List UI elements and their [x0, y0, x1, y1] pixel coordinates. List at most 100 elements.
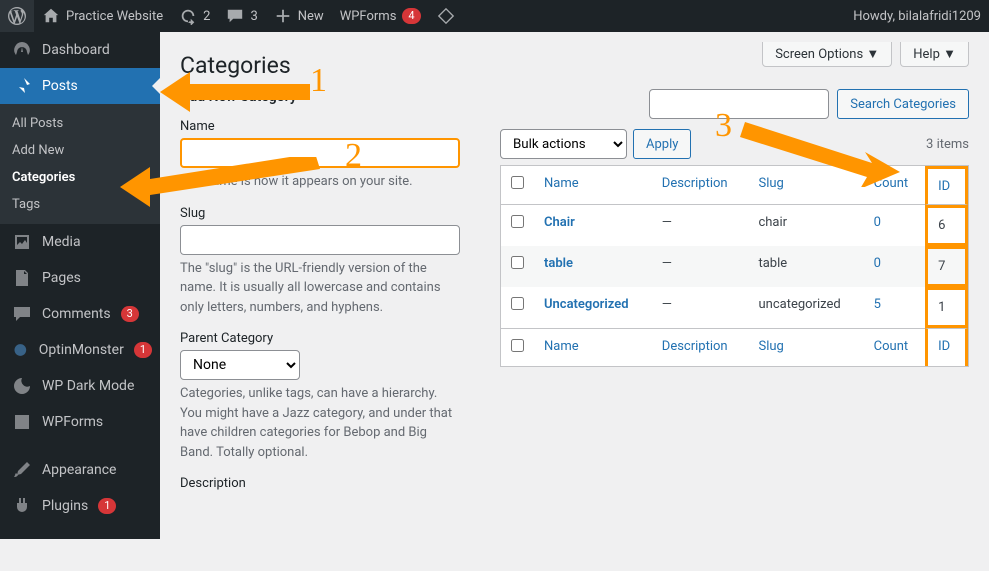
row-id: 1 [925, 287, 968, 328]
table-row: table—table07 [501, 246, 968, 287]
row-desc: — [652, 287, 749, 328]
categories-table: Name Description Slug Count ID Chair—cha… [500, 165, 969, 367]
row-checkbox[interactable] [511, 215, 524, 228]
table-row: Chair —chair 0 6 [501, 205, 968, 246]
sub-categories[interactable]: Categories [0, 164, 160, 191]
sub-all-posts[interactable]: All Posts [0, 110, 160, 137]
menu-optinmonster[interactable]: OptinMonster1 [0, 332, 160, 368]
menu-appearance[interactable]: Appearance [0, 452, 160, 488]
home-icon [42, 7, 60, 25]
optinmonster-icon [12, 340, 29, 360]
name-help: The name is how it appears on your site. [180, 172, 460, 192]
col-count-foot[interactable]: Count [874, 339, 908, 354]
admin-bar: Practice Website 2 3 New WPForms4 Howdy,… [0, 0, 989, 32]
row-count[interactable]: 5 [874, 297, 881, 312]
col-name-foot[interactable]: Name [544, 339, 579, 354]
row-id: 7 [925, 246, 968, 287]
row-slug: table [748, 246, 863, 287]
slug-help: The "slug" is the URL-friendly version o… [180, 259, 460, 318]
name-label: Name [180, 119, 460, 134]
menu-dashboard[interactable]: Dashboard [0, 32, 160, 68]
plugins-badge: 1 [98, 498, 116, 514]
col-id-foot[interactable]: ID [938, 339, 950, 354]
menu-posts[interactable]: Posts [0, 68, 160, 104]
col-id[interactable]: ID [938, 179, 950, 194]
col-count[interactable]: Count [874, 176, 908, 191]
col-desc-foot[interactable]: Description [662, 339, 728, 354]
col-slug-foot[interactable]: Slug [758, 339, 783, 354]
site-name: Practice Website [66, 9, 163, 24]
plus-icon [274, 7, 292, 25]
col-name[interactable]: Name [544, 176, 579, 191]
howdy-user[interactable]: Howdy, bilalafridi1209 [845, 0, 989, 32]
wp-logo[interactable] [0, 0, 34, 32]
row-slug: chair [748, 205, 863, 246]
sub-tags[interactable]: Tags [0, 191, 160, 218]
page-icon [12, 268, 32, 288]
diamond-icon [437, 7, 455, 25]
optin-badge: 1 [134, 342, 152, 358]
comments-link[interactable]: 3 [218, 0, 265, 32]
row-id: 6 [925, 205, 968, 246]
content-area: Screen Options ▼ Help ▼ Categories Searc… [160, 32, 989, 525]
dashboard-icon [12, 40, 32, 60]
col-desc[interactable]: Description [662, 176, 728, 191]
row-checkbox[interactable] [511, 297, 524, 310]
row-count[interactable]: 0 [874, 256, 881, 271]
name-input[interactable] [180, 138, 460, 168]
menu-wpforms[interactable]: WPForms [0, 404, 160, 440]
annotation-num-1: 1 [310, 62, 327, 100]
updates-link[interactable]: 2 [171, 0, 218, 32]
item-count: 3 items [926, 137, 969, 152]
posts-submenu: All Posts Add New Categories Tags [0, 104, 160, 224]
row-checkbox[interactable] [511, 256, 524, 269]
row-slug: uncategorized [748, 287, 863, 328]
comments-badge: 3 [121, 306, 139, 322]
plugin-icon [12, 496, 32, 516]
parent-select[interactable]: None [180, 350, 300, 380]
add-category-form: Add New Category Name The name is how it… [180, 89, 460, 491]
col-slug[interactable]: Slug [758, 176, 783, 191]
desc-label: Description [180, 476, 460, 491]
adminbar-diamond[interactable] [429, 0, 463, 32]
adminbar-wpforms[interactable]: WPForms4 [332, 0, 429, 32]
screen-options-button[interactable]: Screen Options ▼ [762, 42, 892, 67]
help-button[interactable]: Help ▼ [900, 42, 969, 67]
sub-add-new[interactable]: Add New [0, 137, 160, 164]
row-name-link[interactable]: table [544, 256, 573, 271]
row-name-link[interactable]: Uncategorized [544, 297, 629, 312]
form-icon [12, 412, 32, 432]
search-input[interactable] [649, 89, 829, 119]
search-categories-button[interactable]: Search Categories [837, 89, 969, 119]
row-count[interactable]: 0 [874, 215, 881, 230]
menu-darkmode[interactable]: WP Dark Mode [0, 368, 160, 404]
apply-button[interactable]: Apply [633, 129, 691, 159]
admin-menu: Dashboard Posts All Posts Add New Catego… [0, 32, 160, 539]
site-name-link[interactable]: Practice Website [34, 0, 171, 32]
row-name-link[interactable]: Chair [544, 215, 575, 230]
slug-label: Slug [180, 206, 460, 221]
select-all-bottom[interactable] [511, 339, 524, 352]
menu-media[interactable]: Media [0, 224, 160, 260]
parent-label: Parent Category [180, 331, 460, 346]
annotation-num-3: 3 [715, 107, 732, 145]
table-row: Uncategorized —uncategorized 5 1 [501, 287, 968, 328]
parent-help: Categories, unlike tags, can have a hier… [180, 384, 460, 462]
updates-count: 2 [203, 9, 210, 24]
menu-plugins[interactable]: Plugins1 [0, 488, 160, 524]
select-all-top[interactable] [511, 176, 524, 189]
menu-pages[interactable]: Pages [0, 260, 160, 296]
menu-comments[interactable]: Comments3 [0, 296, 160, 332]
row-desc: — [652, 205, 749, 246]
pin-icon [12, 76, 32, 96]
comment-icon [12, 304, 32, 324]
bulk-actions-select[interactable]: Bulk actions [500, 129, 627, 159]
slug-input[interactable] [180, 225, 460, 255]
update-icon [179, 7, 197, 25]
new-label: New [298, 9, 324, 24]
row-desc: — [652, 246, 749, 287]
media-icon [12, 232, 32, 252]
annotation-num-2: 2 [345, 137, 362, 175]
new-content-link[interactable]: New [266, 0, 332, 32]
brush-icon [12, 460, 32, 480]
